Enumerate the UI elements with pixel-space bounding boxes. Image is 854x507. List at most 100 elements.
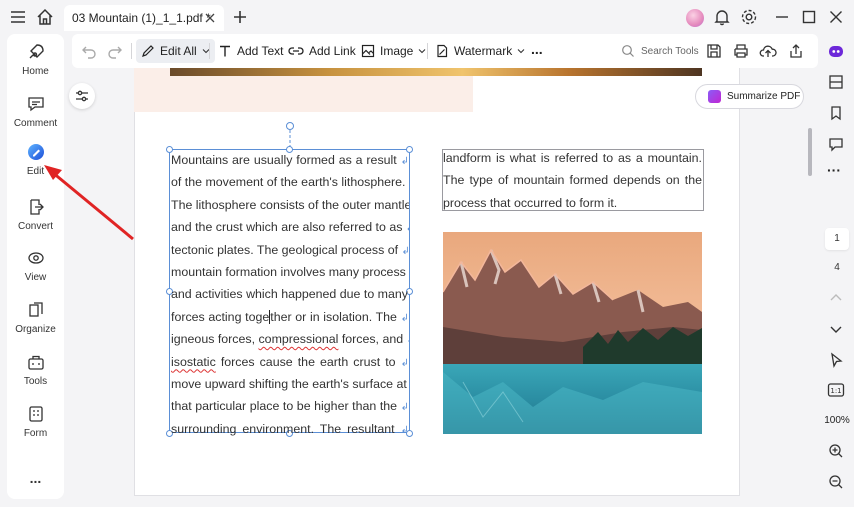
left-sidebar: Home Comment Edit Convert View Organize … xyxy=(7,34,64,499)
next-page-icon[interactable] xyxy=(828,321,844,337)
select-cursor-icon[interactable] xyxy=(828,352,844,368)
text-line: isostatic forces cause the earth crust t… xyxy=(171,354,409,369)
sidebar-item-edit[interactable]: Edit xyxy=(7,142,64,177)
summarize-pdf-button[interactable]: Summarize PDF xyxy=(695,84,804,109)
zoom-in-icon[interactable] xyxy=(828,443,844,459)
add-link-button[interactable]: Add Link xyxy=(288,42,356,60)
add-link-label: Add Link xyxy=(309,44,356,58)
sliders-icon xyxy=(76,90,88,102)
undo-icon[interactable] xyxy=(81,43,97,59)
text-line: and the crust which are also referred to… xyxy=(171,220,409,235)
add-text-label: Add Text xyxy=(237,44,284,58)
summarize-label: Summarize PDF xyxy=(727,91,801,102)
title-bar: 03 Mountain (1)_1_1.pdf * xyxy=(0,0,854,34)
sidebar-item-tools[interactable]: Tools xyxy=(7,352,64,387)
settings-gear-icon[interactable] xyxy=(739,7,759,27)
sidebar-item-view[interactable]: View xyxy=(7,248,64,283)
editable-text-block-1[interactable]: Mountains are usually formed as a result… xyxy=(171,149,409,440)
close-tab-icon[interactable] xyxy=(204,12,216,24)
edit-pen-icon xyxy=(142,45,154,57)
image-icon xyxy=(361,44,375,58)
properties-panel-button[interactable] xyxy=(69,83,95,109)
zoom-out-icon[interactable] xyxy=(828,474,844,490)
mountain-lake-photo[interactable] xyxy=(443,232,702,434)
watermark-dropdown[interactable]: Watermark xyxy=(435,42,525,60)
edit-all-label: Edit All xyxy=(160,44,197,58)
rocket-icon xyxy=(29,44,44,59)
sidebar-item-label: Comment xyxy=(13,118,58,129)
header-photo-strip xyxy=(170,68,702,76)
sidebar-item-organize[interactable]: Organize xyxy=(7,300,64,335)
current-page-number[interactable]: 1 xyxy=(825,228,849,250)
spellcheck-flagged-word[interactable]: isostatic xyxy=(171,355,216,369)
editable-text-block-2[interactable]: landform is what is referred to as a mou… xyxy=(443,147,702,214)
print-icon[interactable] xyxy=(732,42,750,60)
text-t-icon xyxy=(220,45,230,57)
chevron-down-icon xyxy=(517,49,525,54)
text-line: mountain formation involves many process… xyxy=(171,264,406,279)
edit-all-dropdown[interactable]: Edit All xyxy=(136,39,215,63)
ai-assistant-icon[interactable] xyxy=(827,42,845,60)
vertical-scrollbar[interactable] xyxy=(808,128,812,176)
toolbox-icon xyxy=(27,355,44,370)
comments-panel-icon[interactable] xyxy=(827,135,845,153)
text-line: surrounding environment. The resultant ↲ xyxy=(171,421,409,436)
thumbnails-icon[interactable] xyxy=(827,73,845,91)
hamburger-menu-icon[interactable] xyxy=(8,7,28,27)
spellcheck-flagged-word[interactable]: compressional xyxy=(258,332,338,346)
text-line: process that occurred to form it. xyxy=(443,195,618,210)
add-text-button[interactable]: Add Text xyxy=(218,42,283,60)
sidebar-item-label: Organize xyxy=(15,324,56,335)
sidebar-item-comment[interactable]: Comment xyxy=(7,94,64,129)
image-dropdown[interactable]: Image xyxy=(361,42,426,60)
text-line: igneous forces, compressional forces, an… xyxy=(171,332,409,347)
search-tools-input[interactable]: Search Tools xyxy=(617,42,745,60)
avatar[interactable] xyxy=(686,9,704,27)
home-icon[interactable] xyxy=(35,7,55,27)
maximize-icon[interactable] xyxy=(799,7,819,27)
text-line: and activities which happened due to man… xyxy=(171,287,408,302)
minimize-icon[interactable] xyxy=(772,7,792,27)
text-line: that particular place to be higher than … xyxy=(171,399,409,414)
sidebar-more-button[interactable]: ... xyxy=(7,470,64,486)
watermark-icon xyxy=(437,44,448,58)
image-label: Image xyxy=(380,44,414,58)
save-icon[interactable] xyxy=(705,42,723,60)
text-line: The type of mountain formed depends on t… xyxy=(443,173,702,188)
close-window-icon[interactable] xyxy=(826,7,846,27)
tab-title: 03 Mountain (1)_1_1.pdf * xyxy=(72,11,211,25)
sidebar-item-convert[interactable]: Convert xyxy=(7,197,64,232)
document-tab[interactable]: 03 Mountain (1)_1_1.pdf * xyxy=(64,5,224,31)
redo-icon[interactable] xyxy=(107,43,123,59)
sidebar-item-form[interactable]: Form xyxy=(7,404,64,439)
bookmark-icon[interactable] xyxy=(827,104,845,122)
watermark-label: Watermark xyxy=(454,44,513,58)
svg-text:1:1: 1:1 xyxy=(830,387,841,395)
zoom-level[interactable]: 100% xyxy=(822,415,852,426)
share-icon[interactable] xyxy=(787,42,805,60)
comment-icon xyxy=(27,97,44,112)
total-pages: 4 xyxy=(834,262,840,273)
text-line: tectonic plates. The geological process … xyxy=(171,242,409,257)
text-line: landform is what is referred to as a mou… xyxy=(443,151,702,165)
organize-icon xyxy=(28,302,43,317)
text-line-with-caret: forces acting together or in isolation. … xyxy=(171,309,409,325)
sidebar-item-label: View xyxy=(24,272,47,283)
convert-icon xyxy=(29,199,44,215)
bell-icon[interactable] xyxy=(712,7,732,27)
previous-page-icon[interactable] xyxy=(828,290,844,306)
sidebar-item-home[interactable]: Home xyxy=(7,42,64,77)
actual-size-icon[interactable]: 1:1 xyxy=(827,382,845,398)
edit-icon xyxy=(27,144,44,160)
text-line: of the movement of the earth's lithosphe… xyxy=(171,175,409,190)
text-line: Mountains are usually formed as a result… xyxy=(171,153,409,167)
cloud-upload-icon[interactable] xyxy=(759,42,777,60)
edit-toolbar: Edit All Add Text Add Link Image Waterma… xyxy=(72,34,818,68)
search-icon xyxy=(622,45,634,57)
right-more-button[interactable]: ··· xyxy=(827,162,841,178)
toolbar-more-button[interactable]: ... xyxy=(531,40,543,58)
sidebar-item-label: Edit xyxy=(26,166,45,177)
search-placeholder: Search Tools xyxy=(641,45,699,57)
link-icon xyxy=(288,47,304,55)
new-tab-icon[interactable] xyxy=(230,7,250,27)
